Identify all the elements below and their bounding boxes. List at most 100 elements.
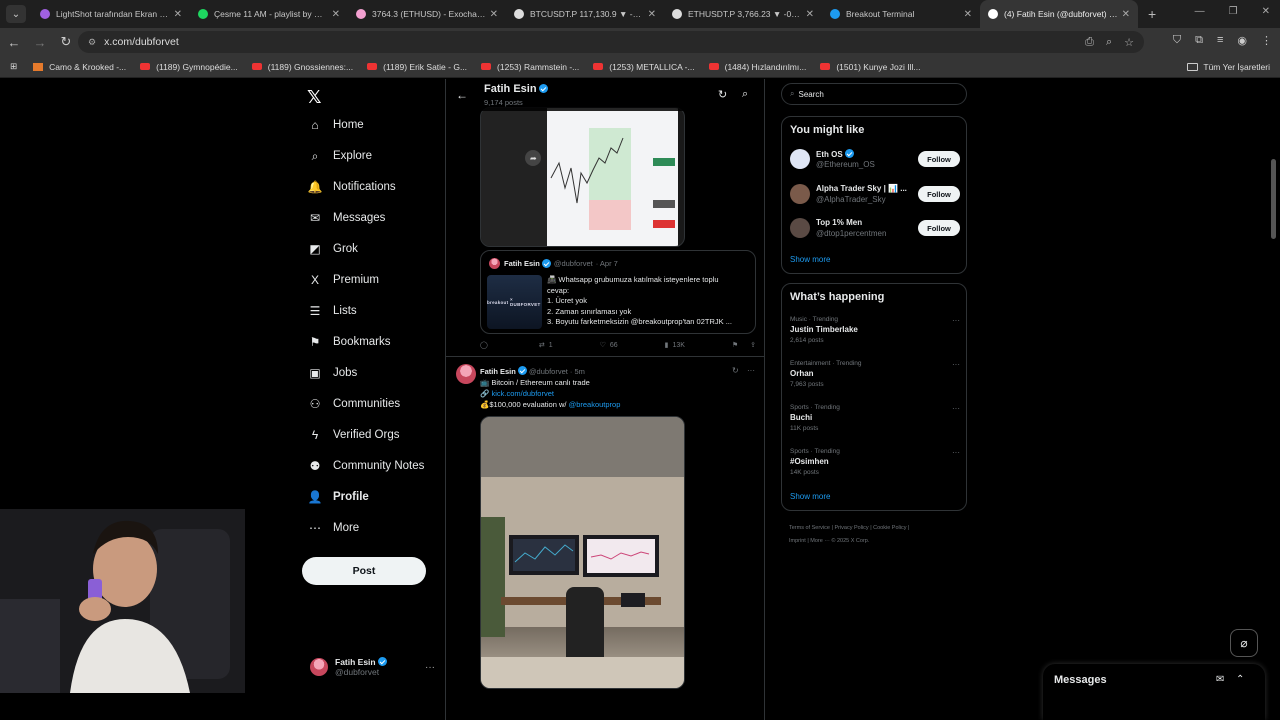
show-more-link[interactable]: Show more [790, 255, 830, 264]
close-icon[interactable]: ✕ [964, 9, 972, 20]
account-switcher[interactable]: Fatih Esin @dubforvet ··· [310, 657, 435, 677]
nav-item-grok[interactable]: ◩ Grok [308, 242, 358, 256]
trend-item[interactable]: Music · Trending Justin Timberlake 2,614… [790, 316, 960, 344]
nav-item-jobs[interactable]: ▣ Jobs [308, 366, 357, 380]
quoted-tweet[interactable]: Fatih Esin @dubforvet · Apr 7 breakout ×… [480, 250, 756, 334]
close-window-icon[interactable]: ✕ [1262, 6, 1270, 17]
browser-tab[interactable]: LightShot tarafından Ekran Görü ✕ [32, 0, 190, 28]
browser-tab[interactable]: Çesme 11 AM - playlist by Fatih ✕ [190, 0, 348, 28]
browser-tab[interactable]: BTCUSDT.P 117,130.9 ▼ -0.67% ✕ [506, 0, 664, 28]
url-bar[interactable]: ⚙ x.com/dubforvet ⎙ ⌕ ☆ [78, 31, 1144, 53]
follow-button[interactable]: Follow [918, 186, 960, 202]
zoom-icon[interactable]: ⌕ [1106, 36, 1112, 49]
bookmark-item[interactable]: (1253) METALLICA -... [593, 62, 695, 72]
browser-tab-active[interactable]: (4) Fatih Esin (@dubforvet) / X ✕ [980, 0, 1138, 28]
trend-item[interactable]: Sports · Trending Buchi 11K posts ··· [790, 404, 960, 432]
install-icon[interactable]: ⎙ [1085, 36, 1094, 49]
nav-item-communities[interactable]: ⚇ Communities [308, 397, 401, 411]
nav-item-notifications[interactable]: 🔔 Notifications [308, 180, 396, 194]
trend-item[interactable]: Entertainment · Trending Orhan 7,963 pos… [790, 360, 960, 388]
grok-icon[interactable]: ↻ [732, 366, 739, 375]
back-arrow-icon[interactable]: ← [456, 88, 468, 102]
more-dots-icon[interactable]: ··· [425, 662, 435, 673]
nav-item-lists[interactable]: ☰ Lists [308, 304, 357, 318]
browser-tab[interactable]: Breakout Terminal ✕ [822, 0, 980, 28]
extensions-icon[interactable]: ⧉ [1195, 34, 1203, 47]
all-bookmarks-folder[interactable]: Tüm Yer İşaretleri [1187, 62, 1270, 72]
tab-search-button[interactable]: ⌄ [6, 5, 26, 23]
scrollbar-thumb[interactable] [1271, 159, 1276, 239]
close-icon[interactable]: ✕ [1122, 9, 1130, 20]
new-tab-button[interactable]: + [1148, 6, 1156, 22]
nav-item-bookmarks[interactable]: ⚑ Bookmarks [308, 335, 391, 349]
close-icon[interactable]: ✕ [490, 9, 498, 20]
browser-tab[interactable]: 3764.3 (ETHUSD) - Exocharts ✕ [348, 0, 506, 28]
avatar[interactable] [456, 364, 476, 384]
maximize-icon[interactable]: ❐ [1229, 6, 1238, 17]
retweet-button[interactable]: ⇄ 1 [539, 341, 553, 350]
forward-icon[interactable]: → [28, 35, 52, 50]
tweet-chart-image[interactable]: ➦ [480, 107, 685, 247]
follow-button[interactable]: Follow [918, 220, 960, 236]
x-logo-icon[interactable]: 𝕏 [307, 87, 322, 108]
nav-item-more[interactable]: ⋯ More [308, 521, 359, 535]
close-icon[interactable]: ✕ [332, 9, 340, 20]
nav-item-community-notes[interactable]: ⚉ Community Notes [308, 459, 425, 473]
close-icon[interactable]: ✕ [174, 9, 182, 20]
suggestion-item[interactable]: Top 1% Men @dtop1percentmen Follow [790, 215, 960, 241]
back-icon[interactable]: ← [2, 35, 26, 50]
search-icon[interactable]: ⌕ [742, 88, 748, 101]
like-button[interactable]: ♡ 66 [600, 341, 618, 350]
grok-refresh-icon[interactable]: ↻ [718, 88, 727, 101]
views-button[interactable]: ▮ 13K [665, 341, 685, 350]
nav-item-messages[interactable]: ✉ Messages [308, 211, 385, 225]
messages-drawer[interactable]: Messages ✉ ⌃ [1043, 664, 1265, 720]
nav-item-profile[interactable]: 👤 Profile [308, 490, 369, 504]
page-scrollbar[interactable] [1271, 159, 1276, 719]
post-button[interactable]: Post [302, 557, 426, 585]
minimize-icon[interactable]: — [1195, 6, 1205, 17]
bookmark-item[interactable]: (1253) Rammstein -... [481, 62, 579, 72]
bookmark-item[interactable]: (1189) Erik Satie - G... [367, 62, 467, 72]
suggestion-item[interactable]: Eth OS @Ethereum_OS Follow [790, 146, 960, 172]
browser-tab[interactable]: ETHUSDT.P 3,766.23 ▼ -0.69% ✕ [664, 0, 822, 28]
tweet-photo[interactable] [480, 416, 685, 689]
nav-item-explore[interactable]: ⌕ Explore [308, 149, 372, 163]
suggestion-item[interactable]: Alpha Trader Sky | 📊 ... @AlphaTrader_Sk… [790, 181, 960, 207]
more-dots-icon[interactable]: ··· [952, 404, 960, 413]
bookmark-item[interactable]: Camo & Krooked -... [33, 62, 126, 72]
bookmark-item[interactable]: (1189) Gymnopédie... [140, 62, 238, 72]
more-dots-icon[interactable]: ··· [952, 360, 960, 369]
shield-icon[interactable]: ⛉ [1173, 34, 1181, 47]
bookmark-item[interactable]: (1484) Hızlandırılmı... [708, 62, 806, 72]
site-info-icon[interactable]: ⚙ [88, 37, 96, 48]
close-icon[interactable]: ✕ [806, 9, 814, 20]
trend-item[interactable]: Sports · Trending #Osimhen 14K posts ··· [790, 448, 960, 476]
search-input[interactable]: ⌕ Search [781, 83, 967, 105]
browser-menu-icon[interactable]: ⋮ [1261, 34, 1272, 47]
show-more-link[interactable]: Show more [790, 492, 830, 501]
apps-icon[interactable]: ⊞ [10, 61, 17, 72]
bookmark-item[interactable]: (1189) Gnossiennes:... [251, 62, 353, 72]
more-dots-icon[interactable]: ··· [952, 448, 960, 457]
nav-item-verified-orgs[interactable]: ϟ Verified Orgs [308, 428, 400, 442]
follow-button[interactable]: Follow [918, 151, 960, 167]
media-icon[interactable]: ≡ [1217, 34, 1223, 47]
mention-link[interactable]: @breakoutprop [569, 400, 621, 409]
new-message-icon[interactable]: ✉ [1216, 674, 1224, 685]
chevron-up-icon[interactable]: ⌃ [1236, 674, 1244, 685]
footer-links[interactable]: Terms of Service | Privacy Policy | Cook… [789, 522, 959, 548]
nav-item-premium[interactable]: X Premium [308, 273, 379, 287]
profile-avatar-icon[interactable]: ◉ [1237, 34, 1247, 47]
more-dots-icon[interactable]: ··· [747, 366, 755, 375]
tweet-link[interactable]: kick.com/dubforvet [491, 389, 554, 398]
bookmark-item[interactable]: (1501) Kunye Jozi Ill... [820, 62, 920, 72]
bookmark-button[interactable]: ⚑ ⇪ [732, 341, 756, 349]
close-icon[interactable]: ✕ [648, 9, 656, 20]
grok-button[interactable]: ⌀ [1230, 629, 1258, 657]
nav-item-home[interactable]: ⌂ Home [308, 118, 363, 132]
reply-button[interactable]: ◯ [480, 341, 492, 349]
more-dots-icon[interactable]: ··· [952, 316, 960, 325]
star-icon[interactable]: ☆ [1124, 36, 1134, 49]
reload-icon[interactable]: ↻ [54, 34, 78, 50]
